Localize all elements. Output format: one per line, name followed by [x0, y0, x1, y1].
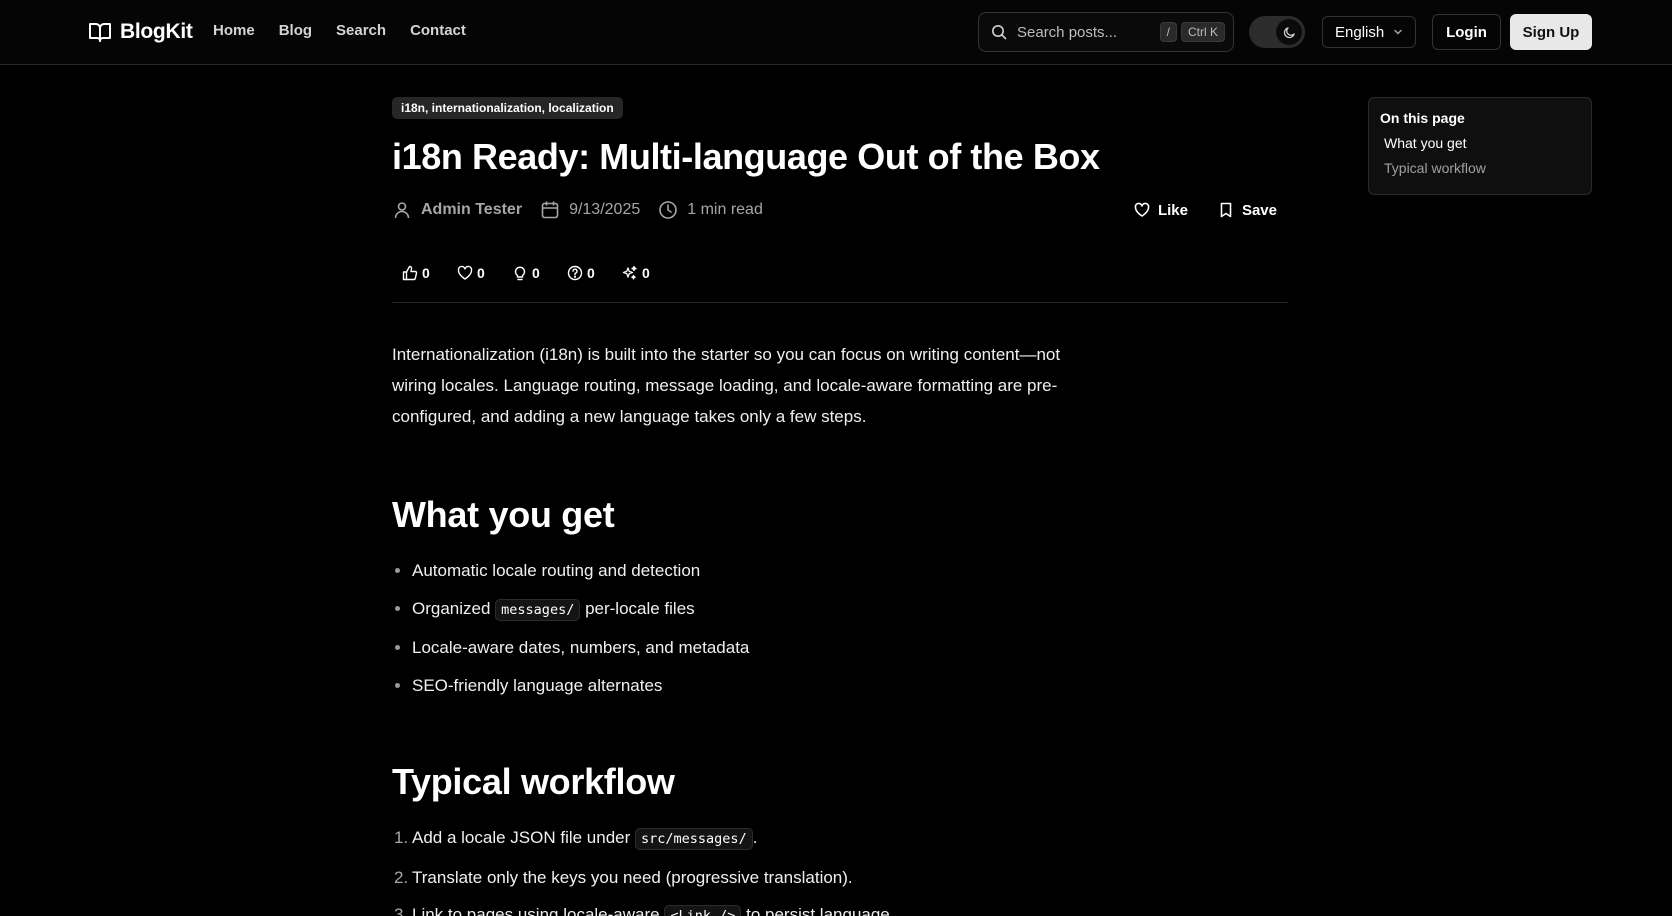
list-item-text: Link to pages using locale-aware: [412, 905, 660, 916]
search-shortcut-slash: /: [1159, 22, 1177, 42]
chevron-down-icon: [1392, 26, 1404, 38]
table-of-contents: On this page What you get Typical workfl…: [1368, 97, 1592, 195]
main-nav: Home Blog Search Contact: [213, 22, 466, 39]
language-select[interactable]: English: [1322, 16, 1416, 48]
list-item-text: Automatic locale routing and detection: [412, 561, 701, 580]
site-header: BlogKit Home Blog Search Contact / Ctrl …: [0, 0, 1672, 65]
like-button[interactable]: Like: [1134, 202, 1188, 219]
search-input[interactable]: [1017, 23, 1147, 41]
login-button[interactable]: Login: [1432, 14, 1501, 50]
list-item-number: 2.: [394, 867, 409, 887]
toc-title: On this page: [1380, 110, 1465, 126]
list-item-text: Add a locale JSON file under: [412, 828, 631, 847]
inline-code: messages/: [495, 598, 581, 621]
list-item-text: Organized: [412, 598, 491, 618]
theme-toggle[interactable]: [1249, 16, 1305, 48]
reaction-count: 0: [642, 265, 650, 281]
heart-icon: [1134, 202, 1150, 218]
list-item: 1. Add a locale JSON file under src/messa…: [392, 819, 1288, 859]
post-read-time: 1 min read: [658, 200, 763, 220]
nav-home-link[interactable]: Home: [213, 22, 255, 39]
post-actions: Like Save: [1134, 202, 1277, 219]
post-title: i18n Ready: Multi-language Out of the Bo…: [392, 136, 1100, 177]
post-date: 9/13/2025: [540, 200, 640, 220]
list-item: Organized messages/ per-locale files: [392, 590, 1288, 630]
thumbs-up-icon: [402, 265, 418, 281]
list-item: Automatic locale routing and detection: [392, 552, 1288, 590]
clock-icon: [658, 200, 678, 220]
reaction-count: 0: [587, 265, 595, 281]
nav-search-link[interactable]: Search: [336, 22, 386, 39]
heart-icon: [457, 265, 473, 281]
inline-code: src/messages/: [635, 828, 753, 850]
workflow-steps-list: 1. Add a locale JSON file under src/messa…: [392, 819, 1288, 916]
reaction-sparkles-button[interactable]: 0: [612, 265, 667, 281]
post-author-name[interactable]: Admin Tester: [421, 201, 522, 219]
reaction-count: 0: [422, 265, 430, 281]
signup-button[interactable]: Sign Up: [1510, 14, 1592, 50]
blog-post: i18n, internationalization, localization…: [392, 97, 1288, 916]
reaction-lightbulb-button[interactable]: 0: [502, 265, 557, 281]
reaction-heart-button[interactable]: 0: [447, 265, 502, 281]
post-tags-badge[interactable]: i18n, internationalization, localization: [392, 97, 623, 119]
list-item: Locale-aware dates, numbers, and metadat…: [392, 629, 1288, 667]
lightbulb-icon: [512, 265, 528, 281]
post-read-time-value: 1 min read: [687, 201, 763, 218]
list-item-text: to persist language.: [746, 905, 895, 916]
post-meta: Admin Tester 9/13/2025 1 min read Like S…: [392, 198, 1288, 222]
inline-code: <Link />: [664, 905, 742, 916]
search-shortcut-ctrl-k: Ctrl K: [1181, 22, 1225, 42]
list-item-text: Locale-aware dates, numbers, and metadat…: [412, 638, 750, 657]
save-label: Save: [1241, 201, 1277, 219]
section-heading-typical-workflow: Typical workflow: [392, 761, 675, 802]
toc-link-what-you-get[interactable]: What you get: [1384, 135, 1580, 151]
list-item: SEO-friendly language alternates: [392, 667, 1288, 705]
list-item-text: .: [752, 828, 758, 847]
user-icon: [392, 200, 412, 220]
save-button[interactable]: Save: [1218, 202, 1277, 219]
post-date-value: 9/13/2025: [569, 201, 641, 218]
list-item: 2. Translate only the keys you need (prog…: [392, 859, 1288, 897]
reaction-question-button[interactable]: 0: [557, 265, 612, 281]
post-author: Admin Tester: [392, 200, 522, 220]
divider: [392, 302, 1288, 303]
bookmark-icon: [1218, 202, 1234, 218]
search-icon: [991, 24, 1007, 40]
toc-link-typical-workflow[interactable]: Typical workflow: [1384, 160, 1580, 176]
post-intro-paragraph: Internationalization (i18n) is built int…: [392, 345, 1061, 426]
sparkles-icon: [622, 265, 638, 281]
list-item: 3. Link to pages using locale-aware <Link…: [392, 896, 1288, 916]
reaction-bar: 0 0 0 0 0: [392, 260, 1288, 286]
calendar-icon: [540, 200, 560, 220]
list-item-text: Translate only the keys you need (progre…: [412, 867, 853, 887]
features-list: Automatic locale routing and detection O…: [392, 552, 1288, 704]
book-open-icon: [88, 21, 112, 43]
section-heading-what-you-get: What you get: [392, 494, 615, 535]
nav-blog-link[interactable]: Blog: [279, 22, 312, 39]
reaction-count: 0: [532, 265, 540, 281]
language-select-value: English: [1335, 23, 1385, 41]
reaction-count: 0: [477, 265, 485, 281]
brand-link[interactable]: BlogKit: [88, 20, 193, 44]
nav-contact-link[interactable]: Contact: [410, 22, 466, 39]
brand-name: BlogKit: [120, 20, 193, 43]
list-item-text: SEO-friendly language alternates: [412, 675, 663, 695]
list-item-number: 1.: [394, 828, 409, 847]
question-icon: [567, 265, 583, 281]
list-item-text: per-locale files: [585, 598, 695, 618]
like-label: Like: [1157, 201, 1188, 219]
list-item-number: 3.: [394, 905, 409, 916]
moon-icon: [1276, 19, 1302, 45]
reaction-thumbs-up-button[interactable]: 0: [392, 265, 447, 281]
search-box[interactable]: / Ctrl K: [978, 12, 1234, 52]
